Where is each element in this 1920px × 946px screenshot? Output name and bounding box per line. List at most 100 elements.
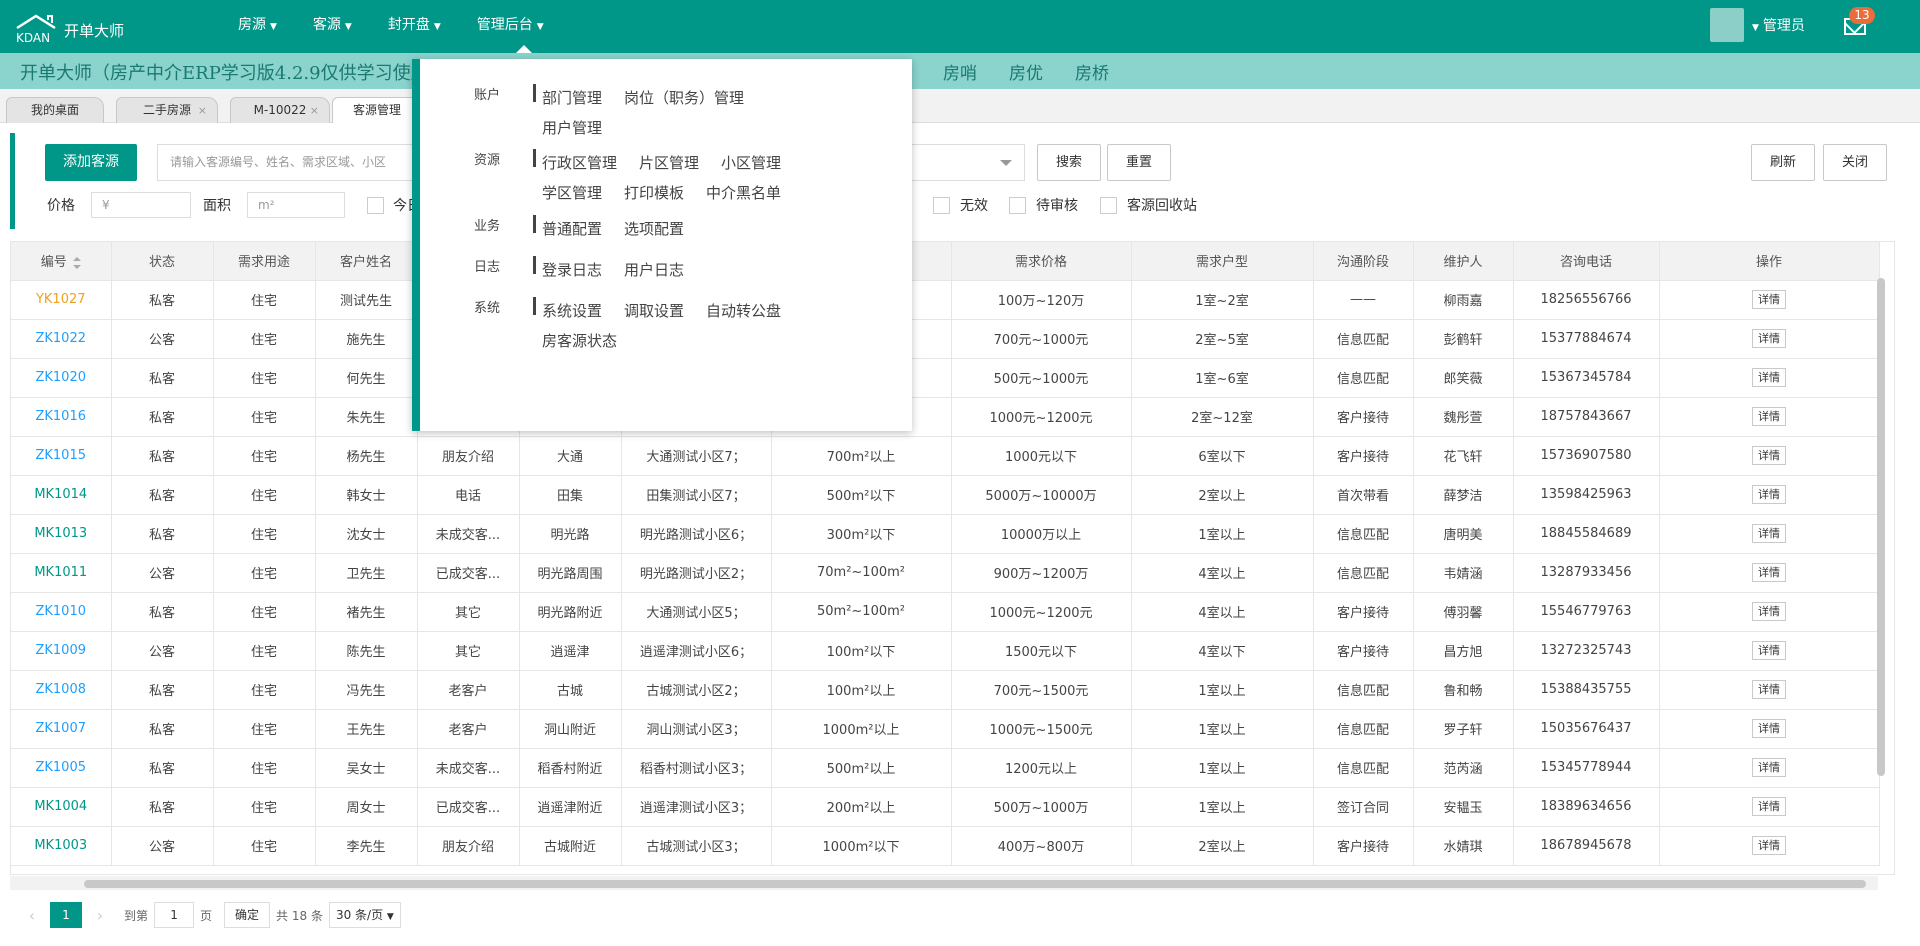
table-row[interactable]: MK1003 公客 住宅 李先生 朋友介绍 古城附近 古城测试小区3； 1000m²以下 400… — [11, 826, 1880, 866]
detail-button[interactable]: 详情 — [1752, 641, 1786, 660]
customer-code-link[interactable]: MK1013 — [11, 514, 112, 554]
close-icon[interactable]: × — [310, 98, 319, 123]
detail-button[interactable]: 详情 — [1752, 407, 1786, 426]
admin-menu-item[interactable]: 中介黑名单 — [706, 178, 781, 208]
table-row[interactable]: ZK1010 私客 住宅 褚先生 其它 明光路附近 大通测试小区5； 50m²~100m² 10… — [11, 592, 1880, 632]
customer-code-link[interactable]: MK1014 — [11, 475, 112, 515]
customer-code-link[interactable]: MK1004 — [11, 787, 112, 827]
qr-code-icon[interactable] — [1710, 8, 1744, 42]
admin-menu-item[interactable]: 用户日志 — [624, 255, 684, 285]
customer-code-link[interactable]: ZK1016 — [11, 397, 112, 437]
invalid-checkbox[interactable] — [933, 197, 950, 214]
detail-button[interactable]: 详情 — [1752, 719, 1786, 738]
customer-code-link[interactable]: ZK1015 — [11, 436, 112, 476]
customer-code-link[interactable]: MK1003 — [11, 826, 112, 866]
customer-code-link[interactable]: MK1011 — [11, 553, 112, 593]
tab-m10022[interactable]: M-10022 × — [230, 97, 330, 123]
tab-secondhand[interactable]: 二手房源 × — [116, 97, 218, 123]
admin-menu-item[interactable]: 小区管理 — [721, 148, 781, 178]
reset-button[interactable]: 重置 — [1107, 144, 1171, 181]
detail-button[interactable]: 详情 — [1752, 524, 1786, 543]
today-checkbox[interactable] — [367, 197, 384, 214]
admin-menu-item[interactable]: 片区管理 — [639, 148, 699, 178]
customer-code-link[interactable]: ZK1008 — [11, 670, 112, 710]
next-page-button[interactable]: › — [88, 906, 112, 925]
customer-code-link[interactable]: ZK1020 — [11, 358, 112, 398]
recycle-checkbox[interactable] — [1100, 197, 1117, 214]
search-button[interactable]: 搜索 — [1037, 144, 1101, 181]
admin-menu-item[interactable]: 普通配置 — [542, 214, 602, 244]
goto-confirm-button[interactable]: 确定 — [224, 902, 271, 928]
table-row[interactable]: ZK1022 公客 住宅 施先生 700元~1000元 2室~5室 信息匹配 彭鹤轩 15377… — [11, 319, 1880, 359]
current-page[interactable]: 1 — [50, 902, 82, 928]
admin-menu-item[interactable]: 部门管理 — [542, 83, 602, 113]
customer-code-link[interactable]: YK1027 — [11, 280, 112, 320]
tab-customer-manage[interactable]: 客源管理 — [332, 97, 422, 123]
detail-button[interactable]: 详情 — [1752, 290, 1786, 309]
logo[interactable]: KDAN 开单大师 — [14, 10, 124, 44]
close-icon[interactable]: × — [198, 98, 207, 123]
detail-button[interactable]: 详情 — [1752, 329, 1786, 348]
menu-admin[interactable]: 管理后台 ▼ — [477, 0, 544, 53]
link-fangqiao[interactable]: 房桥 — [1075, 59, 1109, 84]
admin-menu-item[interactable]: 自动转公盘 — [706, 296, 781, 326]
table-row[interactable]: ZK1005 私客 住宅 吴女士 未成交客... 稻香村附近 稻香村测试小区3； 500m²以… — [11, 748, 1880, 788]
table-row[interactable]: ZK1020 私客 住宅 何先生 500元~1000元 1室~6室 信息匹配 郎笑薇 15367… — [11, 358, 1880, 398]
customer-code-link[interactable]: ZK1009 — [11, 631, 112, 671]
refresh-button[interactable]: 刷新 — [1751, 144, 1815, 181]
admin-menu-item[interactable]: 选项配置 — [624, 214, 684, 244]
admin-menu-item[interactable]: 系统设置 — [542, 296, 602, 326]
horizontal-scrollbar[interactable] — [84, 880, 1866, 888]
prev-page-button[interactable]: ‹ — [20, 906, 44, 925]
menu-keyuan[interactable]: 客源 ▼ — [313, 0, 352, 53]
table-row[interactable]: MK1011 公客 住宅 卫先生 已成交客... 明光路周围 明光路测试小区2； 70m²~1… — [11, 553, 1880, 593]
detail-button[interactable]: 详情 — [1752, 485, 1786, 504]
detail-button[interactable]: 详情 — [1752, 836, 1786, 855]
admin-menu-item[interactable]: 行政区管理 — [542, 148, 617, 178]
admin-menu-item[interactable]: 调取设置 — [624, 296, 684, 326]
goto-page-input[interactable]: 1 — [154, 902, 195, 928]
table-row[interactable]: MK1004 私客 住宅 周女士 已成交客... 逍遥津附近 逍遥津测试小区3； 200m²以… — [11, 787, 1880, 827]
table-row[interactable]: ZK1007 私客 住宅 王先生 老客户 洞山附近 洞山测试小区3； 1000m²以上 1000… — [11, 709, 1880, 749]
area-input[interactable]: m² — [247, 192, 345, 218]
page-size-select[interactable]: 30 条/页 ▼ — [328, 902, 401, 928]
menu-fengkaipan[interactable]: 封开盘 ▼ — [388, 0, 441, 53]
detail-button[interactable]: 详情 — [1752, 368, 1786, 387]
customer-code-link[interactable]: ZK1022 — [11, 319, 112, 359]
detail-button[interactable]: 详情 — [1752, 758, 1786, 777]
detail-button[interactable]: 详情 — [1752, 563, 1786, 582]
link-fangshao[interactable]: 房哨 — [943, 59, 977, 84]
user-menu[interactable]: ▼ 管理员 — [1752, 15, 1805, 35]
admin-menu-item[interactable]: 用户管理 — [542, 113, 602, 143]
table-row[interactable]: MK1013 私客 住宅 沈女士 未成交客... 明光路 明光路测试小区6； 300m²以下 1… — [11, 514, 1880, 554]
menu-fangyuan[interactable]: 房源 ▼ — [238, 0, 277, 53]
detail-button[interactable]: 详情 — [1752, 797, 1786, 816]
admin-menu-item[interactable]: 学区管理 — [542, 178, 602, 208]
search-input[interactable]: 请输入客源编号、姓名、需求区域、小区 — [157, 144, 427, 181]
add-customer-button[interactable]: 添加客源 — [45, 144, 137, 181]
admin-menu-item[interactable]: 打印模板 — [624, 178, 684, 208]
table-row[interactable]: YK1027 私客 住宅 测试先生 100万~120万 1室~2室 —— 柳雨嘉 1825655… — [11, 280, 1880, 320]
detail-button[interactable]: 详情 — [1752, 602, 1786, 621]
detail-button[interactable]: 详情 — [1752, 680, 1786, 699]
customer-code-link[interactable]: ZK1010 — [11, 592, 112, 632]
table-row[interactable]: ZK1015 私客 住宅 杨先生 朋友介绍 大通 大通测试小区7； 700m²以上 1000元以… — [11, 436, 1880, 476]
price-input[interactable]: ¥ — [91, 192, 191, 218]
customer-code-link[interactable]: ZK1007 — [11, 709, 112, 749]
link-fangyou[interactable]: 房优 — [1009, 59, 1043, 84]
table-row[interactable]: MK1014 私客 住宅 韩女士 电话 田集 田集测试小区7； 500m²以下 5000万~10… — [11, 475, 1880, 515]
tab-desktop[interactable]: 我的桌面 — [6, 97, 104, 123]
detail-button[interactable]: 详情 — [1752, 446, 1786, 465]
admin-menu-item[interactable]: 岗位（职务）管理 — [624, 83, 744, 113]
vertical-scrollbar[interactable] — [1877, 278, 1885, 776]
sort-icon[interactable] — [72, 256, 81, 269]
customer-code-link[interactable]: ZK1005 — [11, 748, 112, 788]
admin-menu-item[interactable]: 房客源状态 — [542, 326, 617, 356]
column-header[interactable]: 编号 — [11, 242, 112, 281]
admin-menu-item[interactable]: 登录日志 — [542, 255, 602, 285]
table-row[interactable]: ZK1008 私客 住宅 冯先生 老客户 古城 古城测试小区2； 100m²以上 700元~15… — [11, 670, 1880, 710]
pending-checkbox[interactable] — [1009, 197, 1026, 214]
table-row[interactable]: ZK1009 公客 住宅 陈先生 其它 逍遥津 逍遥津测试小区6； 100m²以下 1500元以… — [11, 631, 1880, 671]
table-row[interactable]: ZK1016 私客 住宅 朱先生 1000元~1200元 2室~12室 客户接待 魏彤萱 187… — [11, 397, 1880, 437]
close-button[interactable]: 关闭 — [1823, 144, 1887, 181]
